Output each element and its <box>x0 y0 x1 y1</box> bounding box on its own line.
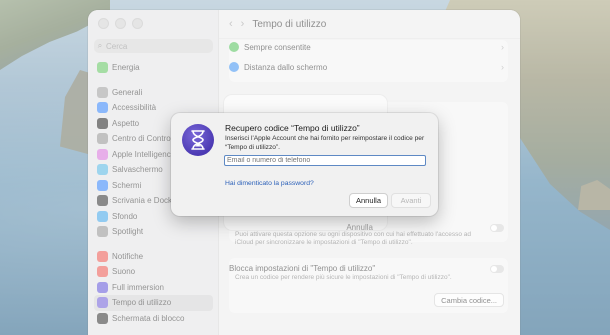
forgot-password-link[interactable]: Hai dimenticato la password? <box>225 180 314 187</box>
dialog-title: Recupero codice “Tempo di utilizzo” <box>225 123 360 133</box>
hourglass-icon <box>182 124 214 156</box>
recovery-dialog: Recupero codice “Tempo di utilizzo” Inse… <box>171 113 438 216</box>
cancel-button[interactable]: Annulla <box>349 193 388 208</box>
dialog-message: Inserisci l'Apple Account che hai fornit… <box>225 135 425 151</box>
email-phone-field[interactable] <box>224 155 426 166</box>
next-button[interactable]: Avanti <box>391 193 431 208</box>
